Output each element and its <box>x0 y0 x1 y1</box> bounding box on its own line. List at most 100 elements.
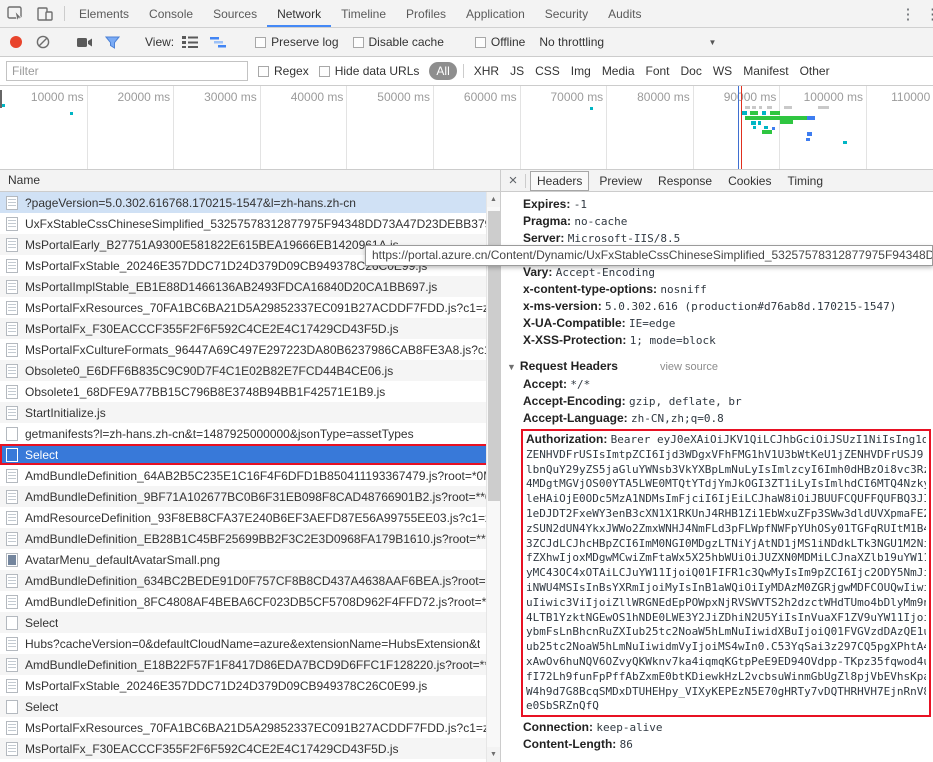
close-details-icon[interactable]: × <box>503 171 523 191</box>
scroll-up-arrow-icon[interactable]: ▲ <box>487 192 500 207</box>
header-value: 86 <box>620 738 633 751</box>
details-tab-preview[interactable]: Preview <box>593 172 648 190</box>
more-options-icon[interactable]: ⋮ <box>895 0 921 27</box>
tab-profiles[interactable]: Profiles <box>396 0 456 27</box>
details-tab-response[interactable]: Response <box>652 172 718 190</box>
request-row[interactable]: MsPortalFxResources_70FA1BC6BA21D5A29852… <box>0 717 500 738</box>
overview-request-bar <box>750 111 758 115</box>
list-view-icon[interactable] <box>182 36 198 48</box>
header-value: -1 <box>574 198 587 211</box>
filter-type-other[interactable]: Other <box>800 64 830 78</box>
filter-funnel-icon[interactable] <box>105 36 120 49</box>
header-line: Accept: */* <box>501 376 933 393</box>
request-row[interactable]: Hubs?cacheVersion=0&defaultCloudName=azu… <box>0 633 500 654</box>
request-row[interactable]: ?pageVersion=5.0.302.616768.170215-1547&… <box>0 192 500 213</box>
filter-type-all[interactable]: All <box>429 62 456 80</box>
filter-input[interactable] <box>6 61 248 81</box>
tab-application[interactable]: Application <box>456 0 535 27</box>
document-file-icon <box>6 322 18 336</box>
offline-checkbox[interactable]: Offline <box>475 35 525 49</box>
request-row[interactable]: Obsolete0_E6DFF6B835C9C90D7F4C1E02B82E7F… <box>0 360 500 381</box>
request-row[interactable]: AmdBundleDefinition_8FC4808AF4BEBA6CF023… <box>0 591 500 612</box>
header-name: Expires: <box>523 197 574 211</box>
name-column-header[interactable]: Name <box>0 170 500 192</box>
filter-type-font[interactable]: Font <box>646 64 670 78</box>
document-file-icon <box>6 490 18 504</box>
request-row[interactable]: Select <box>0 444 500 465</box>
overview-request-bar <box>70 112 73 115</box>
checkbox-box[interactable] <box>319 66 330 77</box>
request-row[interactable]: MsPortalFxResources_70FA1BC6BA21D5A29852… <box>0 297 500 318</box>
disable-cache-checkbox[interactable]: Disable cache <box>353 35 444 49</box>
overview-request-bar <box>745 116 807 120</box>
preserve-log-checkbox[interactable]: Preserve log <box>255 35 338 49</box>
inspect-element-icon[interactable] <box>0 0 30 27</box>
request-row[interactable]: MsPortalImplStable_EB1E88D1466136AB2493F… <box>0 276 500 297</box>
details-tab-headers[interactable]: Headers <box>530 171 589 191</box>
tab-audits[interactable]: Audits <box>598 0 651 27</box>
throttling-select[interactable]: No throttling ▼ <box>539 35 724 49</box>
details-tab-timing[interactable]: Timing <box>781 172 829 190</box>
request-row[interactable]: Select <box>0 696 500 717</box>
request-row[interactable]: AmdBundleDefinition_64AB2B5C235E1C16F4F6… <box>0 465 500 486</box>
filter-type-doc[interactable]: Doc <box>681 64 702 78</box>
filter-type-media[interactable]: Media <box>602 64 635 78</box>
tab-timeline[interactable]: Timeline <box>331 0 396 27</box>
request-row[interactable]: MsPortalFxStable_20246E357DDC71D24D379D0… <box>0 675 500 696</box>
tab-security[interactable]: Security <box>535 0 598 27</box>
request-name: MsPortalFx_F30EACCCF355F2F6F592C4CE2E4C1… <box>25 742 399 756</box>
regex-checkbox[interactable]: Regex <box>258 64 309 78</box>
authorization-token-line: leHAiOjE0ODc5MzA1NDMsImFjciI6IjEiLCJhaW8… <box>526 492 926 507</box>
request-row[interactable]: Obsolete1_68DFE9A77BB15C796B8E3748B94BB1… <box>0 381 500 402</box>
tab-console[interactable]: Console <box>139 0 203 27</box>
hide-data-urls-checkbox[interactable]: Hide data URLs <box>319 64 420 78</box>
authorization-token-line: uIiwic3ViIjoiZllWRGNEdEpPOWpxNjRVSWVTS2h… <box>526 596 926 611</box>
record-icon[interactable] <box>10 36 22 48</box>
request-row[interactable]: MsPortalFxCultureFormats_96447A69C497E29… <box>0 339 500 360</box>
filter-type-manifest[interactable]: Manifest <box>743 64 788 78</box>
request-row[interactable]: MsPortalFx_F30EACCCF355F2F6F592C4CE2E4C1… <box>0 738 500 759</box>
view-source-link[interactable]: view source <box>660 361 718 373</box>
screenshot-camera-icon[interactable] <box>77 37 93 48</box>
network-overview-timeline[interactable]: 10000 ms20000 ms30000 ms40000 ms50000 ms… <box>0 86 933 170</box>
request-row[interactable]: AmdBundleDefinition_634BC2BEDE91D0F757CF… <box>0 570 500 591</box>
clear-icon[interactable] <box>36 35 50 49</box>
collapse-triangle-icon[interactable]: ▼ <box>507 362 516 372</box>
overview-request-bar <box>758 121 761 125</box>
document-file-icon <box>6 742 18 756</box>
tab-network[interactable]: Network <box>267 0 331 27</box>
request-row[interactable]: AmdResourceDefinition_93F8EB8CFA37E240B6… <box>0 507 500 528</box>
authorization-token-line: 3ZCJdLCJhcHBpZCI6ImM0NGI0MDgzLTNiYjAtND1… <box>526 537 926 552</box>
filter-type-ws[interactable]: WS <box>713 64 732 78</box>
filter-type-img[interactable]: Img <box>571 64 591 78</box>
checkbox-box[interactable] <box>255 37 266 48</box>
request-row[interactable]: MsPortalFx_F30EACCCF355F2F6F592C4CE2E4C1… <box>0 318 500 339</box>
overview-tick-label: 10000 ms <box>4 90 84 104</box>
request-row[interactable]: AvatarMenu_defaultAvatarSmall.png <box>0 549 500 570</box>
scroll-down-arrow-icon[interactable]: ▼ <box>487 747 500 762</box>
request-row[interactable]: AmdBundleDefinition_E18B22F57F1F8417D86E… <box>0 654 500 675</box>
authorization-token-line: ub25tc2NoaW5hLmNuIiwidmVyIjoiMS4wIn0.C53… <box>526 640 926 655</box>
details-tab-cookies[interactable]: Cookies <box>722 172 777 190</box>
checkbox-box[interactable] <box>353 37 364 48</box>
overview-request-bar <box>751 121 756 125</box>
tab-elements[interactable]: Elements <box>69 0 139 27</box>
waterfall-view-icon[interactable] <box>210 36 226 48</box>
request-row[interactable]: StartInitialize.js <box>0 402 500 423</box>
authorization-token-line: 4LTB1YzktNGEwOS1hNDE0LWE3Y2JiZDhiN2U5YiI… <box>526 611 926 626</box>
checkbox-box[interactable] <box>475 37 486 48</box>
request-row[interactable]: UxFxStableCssChineseSimplified_532575783… <box>0 213 500 234</box>
filter-type-js[interactable]: JS <box>510 64 524 78</box>
filter-type-css[interactable]: CSS <box>535 64 560 78</box>
request-row[interactable]: AmdBundleDefinition_EB28B1C45BF25699BB2F… <box>0 528 500 549</box>
request-row[interactable]: getmanifests?l=zh-hans.zh-cn&t=148792500… <box>0 423 500 444</box>
checkbox-box[interactable] <box>258 66 269 77</box>
requests-scrollbar[interactable]: ▲ ▼ <box>486 192 500 762</box>
device-toolbar-icon[interactable] <box>30 0 60 27</box>
tab-sources[interactable]: Sources <box>203 0 267 27</box>
filter-type-xhr[interactable]: XHR <box>474 64 499 78</box>
request-row[interactable]: AmdBundleDefinition_9BF71A102677BC0B6F31… <box>0 486 500 507</box>
request-headers-section[interactable]: ▼Request Headersview source <box>501 356 933 376</box>
request-row[interactable]: Select <box>0 612 500 633</box>
close-devtools-icon[interactable]: ⋮ <box>921 0 933 27</box>
